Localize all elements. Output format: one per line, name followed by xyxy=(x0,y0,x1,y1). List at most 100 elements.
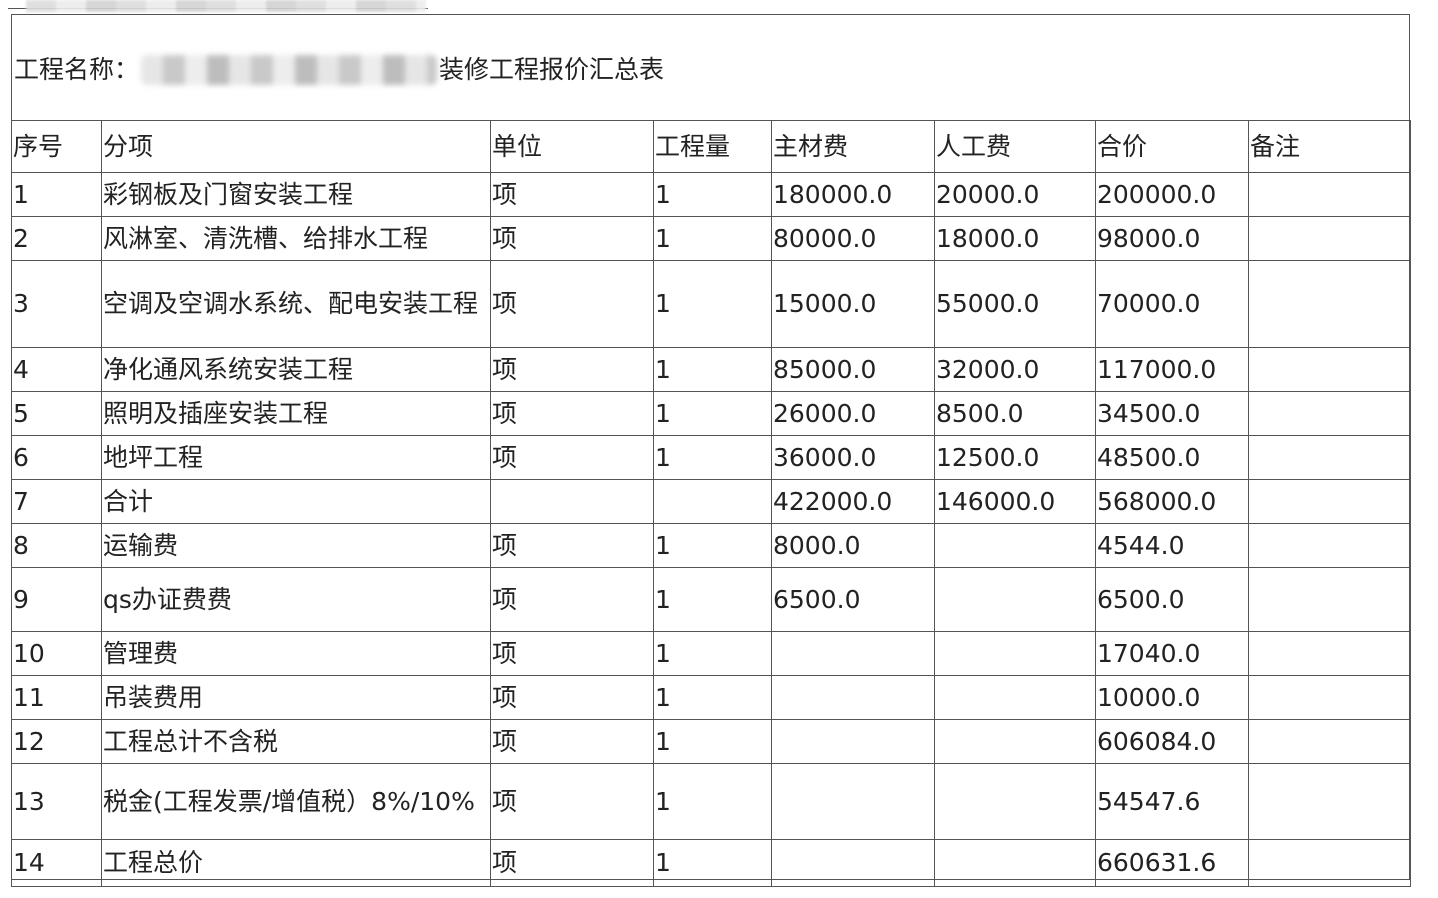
col-header-unit: 单位 xyxy=(490,120,654,173)
cell-material-cost: 8000.0 xyxy=(771,523,935,568)
redacted-project-name xyxy=(141,55,438,85)
cell-quantity: 1 xyxy=(653,216,772,261)
table-row: 6 地坪工程 项 1 36000.0 12500.0 48500.0 xyxy=(11,435,1411,480)
cell-total: 54547.6 xyxy=(1095,763,1249,840)
table-row: 2 风淋室、清洗槽、给排水工程 项 1 80000.0 18000.0 9800… xyxy=(11,216,1411,261)
table-row: 5 照明及插座安装工程 项 1 26000.0 8500.0 34500.0 xyxy=(11,391,1411,436)
table-row: 13 税金(工程发票/增值税）8%/10% 项 1 54547.6 xyxy=(11,763,1411,840)
cell-unit: 项 xyxy=(490,523,654,568)
cell-remarks xyxy=(1248,479,1411,524)
cell-quantity: 1 xyxy=(653,567,772,632)
table-row: 9 qs办证费费 项 1 6500.0 6500.0 xyxy=(11,567,1411,632)
cell-index: 4 xyxy=(11,347,102,392)
cell-material-cost: 6500.0 xyxy=(771,567,935,632)
cell-item: 彩钢板及门窗安装工程 xyxy=(101,172,491,217)
cell-labor-cost xyxy=(934,675,1096,720)
cell-total: 17040.0 xyxy=(1095,631,1249,676)
cell-unit: 项 xyxy=(490,391,654,436)
col-header-material-cost: 主材费 xyxy=(771,120,935,173)
cell-item: 合计 xyxy=(101,479,491,524)
cell-labor-cost: 146000.0 xyxy=(934,479,1096,524)
cell-unit: 项 xyxy=(490,260,654,348)
cell-total: 568000.0 xyxy=(1095,479,1249,524)
cell-remarks xyxy=(1248,631,1411,676)
cell-quantity: 1 xyxy=(653,719,772,764)
cell-index: 3 xyxy=(11,260,102,348)
cell-unit: 项 xyxy=(490,347,654,392)
cell-remarks xyxy=(1248,216,1411,261)
table-row: 11 吊装费用 项 1 10000.0 xyxy=(11,675,1411,720)
col-header-labor-cost: 人工费 xyxy=(934,120,1096,173)
cell-item: 风淋室、清洗槽、给排水工程 xyxy=(101,216,491,261)
cell-material-cost: 85000.0 xyxy=(771,347,935,392)
cell-labor-cost xyxy=(934,763,1096,840)
cell-item: 照明及插座安装工程 xyxy=(101,391,491,436)
cell-unit: 项 xyxy=(490,172,654,217)
cell-labor-cost xyxy=(934,523,1096,568)
cell-remarks xyxy=(1248,675,1411,720)
table-row: 7 合计 422000.0 146000.0 568000.0 xyxy=(11,479,1411,524)
cell-item: 地坪工程 xyxy=(101,435,491,480)
title-row: 工程名称： 装修工程报价汇总表 xyxy=(12,15,1409,121)
table-row: 14 工程总价 项 1 660631.6 xyxy=(11,839,1411,887)
table-row: 1 彩钢板及门窗安装工程 项 1 180000.0 20000.0 200000… xyxy=(11,172,1411,217)
cell-material-cost xyxy=(771,675,935,720)
cell-remarks xyxy=(1248,567,1411,632)
cell-item: 工程总计不含税 xyxy=(101,719,491,764)
cell-material-cost: 36000.0 xyxy=(771,435,935,480)
cell-material-cost xyxy=(771,763,935,840)
cell-item: 运输费 xyxy=(101,523,491,568)
cell-material-cost xyxy=(771,839,935,887)
cell-index: 11 xyxy=(11,675,102,720)
cell-remarks xyxy=(1248,391,1411,436)
cell-index: 8 xyxy=(11,523,102,568)
quote-summary-sheet: 工程名称： 装修工程报价汇总表 序号 分项 单位 工程量 主材费 人工费 合价 … xyxy=(11,14,1411,887)
cell-remarks xyxy=(1248,347,1411,392)
cell-item: 空调及空调水系统、配电安装工程 xyxy=(101,260,491,348)
cell-unit: 项 xyxy=(490,763,654,840)
cell-labor-cost: 12500.0 xyxy=(934,435,1096,480)
cell-quantity: 1 xyxy=(653,763,772,840)
cell-total: 6500.0 xyxy=(1095,567,1249,632)
cell-material-cost: 15000.0 xyxy=(771,260,935,348)
table-row: 10 管理费 项 1 17040.0 xyxy=(11,631,1411,676)
redacted-text xyxy=(26,0,426,12)
cell-labor-cost: 55000.0 xyxy=(934,260,1096,348)
cell-index: 1 xyxy=(11,172,102,217)
cell-labor-cost xyxy=(934,839,1096,887)
cell-material-cost: 80000.0 xyxy=(771,216,935,261)
cell-quantity: 1 xyxy=(653,675,772,720)
cell-labor-cost xyxy=(934,567,1096,632)
quote-table: 序号 分项 单位 工程量 主材费 人工费 合价 备注 1 彩钢板及门窗安装工程 … xyxy=(11,120,1411,887)
cell-labor-cost xyxy=(934,631,1096,676)
project-title: 工程名称： 装修工程报价汇总表 xyxy=(14,53,664,87)
cell-quantity: 1 xyxy=(653,391,772,436)
cell-index: 10 xyxy=(11,631,102,676)
cell-total: 4544.0 xyxy=(1095,523,1249,568)
table-header-row: 序号 分项 单位 工程量 主材费 人工费 合价 备注 xyxy=(11,120,1411,173)
cell-total: 98000.0 xyxy=(1095,216,1249,261)
cell-item: 管理费 xyxy=(101,631,491,676)
cell-remarks xyxy=(1248,435,1411,480)
cell-total: 606084.0 xyxy=(1095,719,1249,764)
cell-remarks xyxy=(1248,172,1411,217)
cell-quantity: 1 xyxy=(653,839,772,887)
cell-remarks xyxy=(1248,523,1411,568)
cell-remarks xyxy=(1248,260,1411,348)
table-row: 3 空调及空调水系统、配电安装工程 项 1 15000.0 55000.0 70… xyxy=(11,260,1411,348)
cell-unit: 项 xyxy=(490,216,654,261)
cell-total: 70000.0 xyxy=(1095,260,1249,348)
cell-index: 13 xyxy=(11,763,102,840)
col-header-index: 序号 xyxy=(11,120,102,173)
cell-labor-cost: 18000.0 xyxy=(934,216,1096,261)
col-header-remarks: 备注 xyxy=(1248,120,1411,173)
cell-total: 660631.6 xyxy=(1095,839,1249,887)
cell-unit xyxy=(490,479,654,524)
col-header-quantity: 工程量 xyxy=(653,120,772,173)
cell-total: 34500.0 xyxy=(1095,391,1249,436)
table-row: 12 工程总计不含税 项 1 606084.0 xyxy=(11,719,1411,764)
cell-quantity: 1 xyxy=(653,347,772,392)
cell-quantity: 1 xyxy=(653,523,772,568)
col-header-total: 合价 xyxy=(1095,120,1249,173)
cell-index: 9 xyxy=(11,567,102,632)
